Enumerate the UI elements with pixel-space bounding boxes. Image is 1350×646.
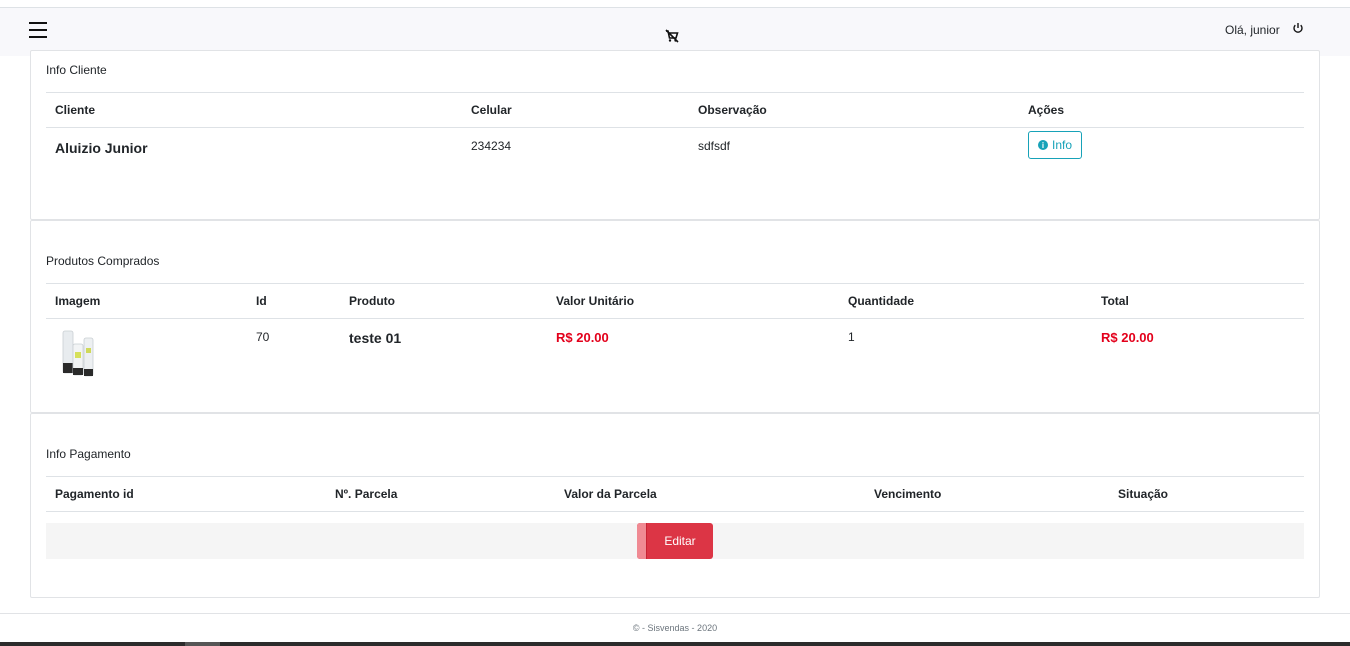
- power-icon[interactable]: [1292, 22, 1304, 34]
- divider: [46, 127, 1304, 128]
- client-note: sdfsdf: [698, 139, 731, 153]
- divider: [46, 511, 1304, 512]
- column-header: Celular: [471, 103, 512, 117]
- page-footer: © - Sisvendas - 2020: [0, 613, 1350, 642]
- client-phone: 234234: [471, 139, 512, 153]
- card-title: Info Cliente: [46, 63, 107, 77]
- divider: [46, 92, 1304, 93]
- top-navbar: Olá, junior: [0, 8, 1350, 56]
- column-header: Cliente: [55, 103, 96, 117]
- card-title: Produtos Comprados: [46, 254, 160, 268]
- column-header: Vencimento: [874, 487, 942, 501]
- column-header: Valor da Parcela: [564, 487, 657, 501]
- edit-button-label: Editar: [664, 534, 696, 548]
- column-header: Nº. Parcela: [335, 487, 398, 501]
- column-header: Quantidade: [848, 294, 915, 308]
- divider: [46, 476, 1304, 477]
- info-button-label: Info: [1051, 138, 1072, 152]
- copyright-text: © - Sisvendas - 2020: [632, 623, 718, 633]
- info-circle-icon: i: [1037, 140, 1048, 150]
- column-header: Situação: [1118, 487, 1169, 501]
- unit-price: R$ 20.00: [556, 330, 609, 345]
- hamburger-menu-icon[interactable]: [29, 22, 47, 38]
- column-header: Ações: [1028, 103, 1065, 117]
- horizontal-scrollbar[interactable]: [0, 642, 1350, 646]
- card-title: Info Pagamento: [46, 447, 131, 461]
- top-strip: [0, 0, 1350, 8]
- column-header: Pagamento id: [55, 487, 134, 501]
- scrollbar-thumb[interactable]: [185, 642, 220, 646]
- column-header: Id: [256, 294, 267, 308]
- column-header: Imagem: [55, 294, 101, 308]
- product-total: R$ 20.00: [1101, 330, 1154, 345]
- divider: [46, 283, 1304, 284]
- product-image: [62, 330, 94, 377]
- column-header: Total: [1101, 294, 1129, 308]
- info-button[interactable]: i Info: [1028, 131, 1082, 159]
- product-id: 70: [256, 330, 270, 344]
- product-name: teste 01: [349, 330, 402, 346]
- payment-card: Info Pagamento Pagamento id Nº. Parcela …: [30, 413, 1320, 598]
- column-header: Produto: [349, 294, 395, 308]
- product-quantity: 1: [848, 330, 855, 344]
- client-info-card: Info Cliente Cliente Celular Observação …: [30, 50, 1320, 220]
- column-header: Observação: [698, 103, 767, 117]
- cart-off-icon: [665, 29, 679, 43]
- button-accent: [637, 523, 647, 559]
- edit-button[interactable]: Editar: [637, 523, 713, 559]
- client-name: Aluizio Junior: [55, 140, 148, 156]
- user-greeting: Olá, junior: [1225, 23, 1280, 37]
- products-card: Produtos Comprados Imagem Id Produto Val…: [30, 220, 1320, 413]
- divider: [46, 318, 1304, 319]
- column-header: Valor Unitário: [556, 294, 635, 308]
